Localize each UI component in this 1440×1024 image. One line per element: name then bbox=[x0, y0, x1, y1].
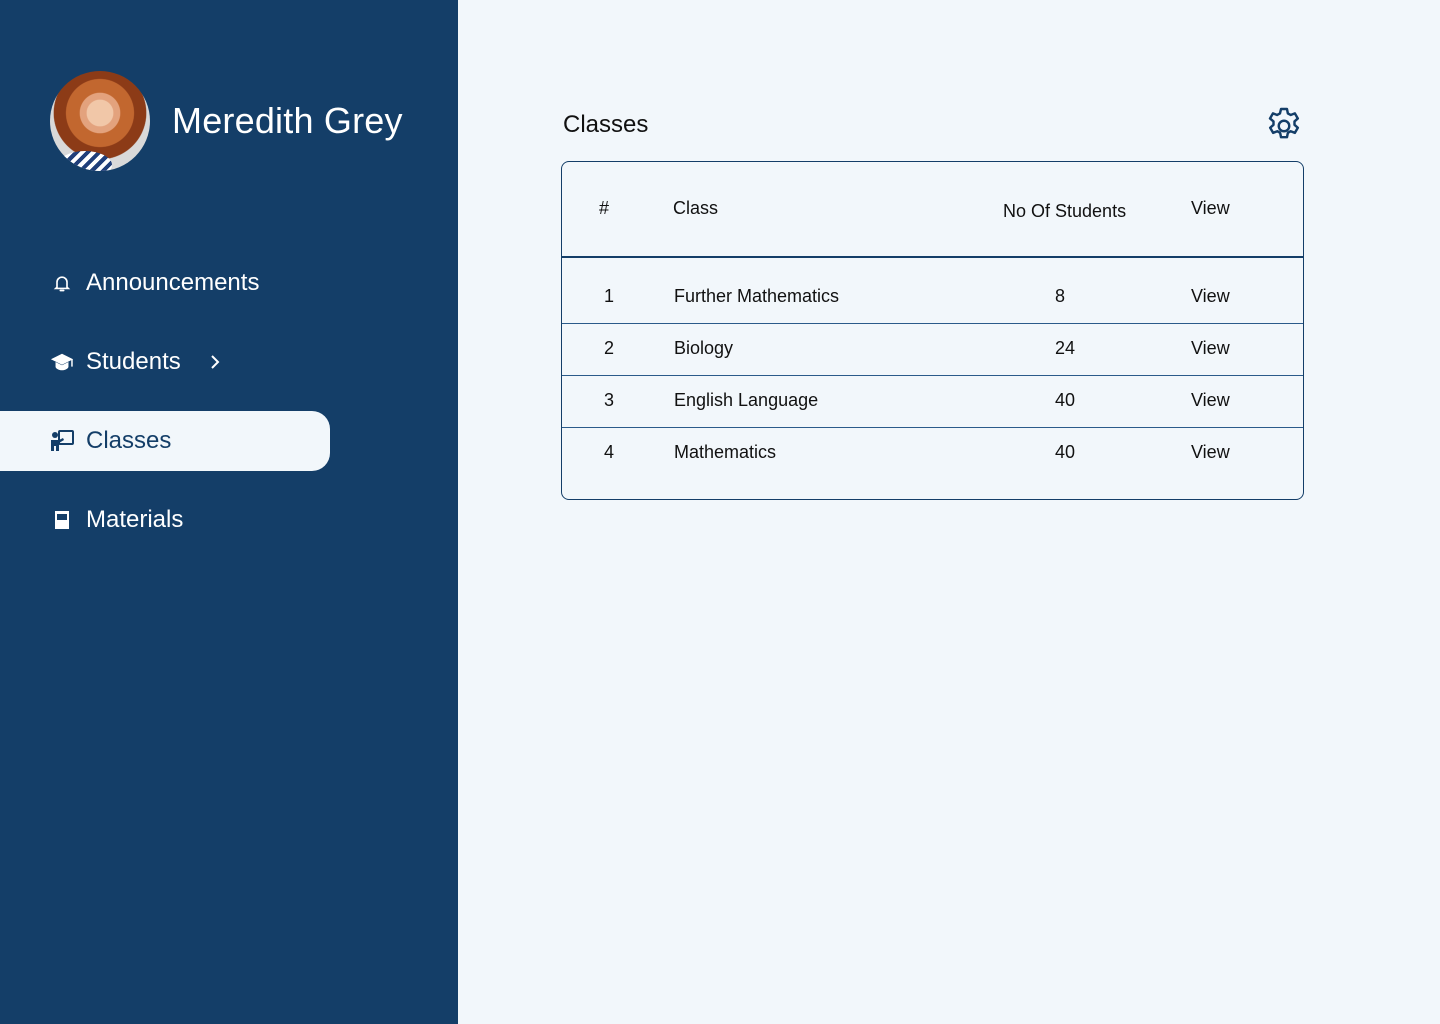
row-students: 8 bbox=[1055, 286, 1066, 306]
teacher-board-icon bbox=[50, 429, 74, 453]
view-link[interactable]: View bbox=[1191, 286, 1230, 307]
table-row: 4 Mathematics 40 View bbox=[562, 428, 1303, 480]
row-students: 24 bbox=[1055, 338, 1076, 358]
bell-icon bbox=[50, 271, 74, 295]
book-icon bbox=[50, 508, 74, 532]
header-students: No Of Students bbox=[1003, 201, 1127, 221]
avatar bbox=[50, 71, 150, 171]
sidebar-item-label: Students bbox=[86, 348, 181, 375]
view-link[interactable]: View bbox=[1191, 442, 1230, 463]
view-link[interactable]: View bbox=[1191, 338, 1230, 359]
sidebar-item-label: Announcements bbox=[86, 269, 260, 296]
table-row: 3 English Language 40 View bbox=[562, 376, 1303, 428]
row-students: 40 bbox=[1055, 390, 1076, 410]
graduation-cap-icon bbox=[50, 350, 74, 374]
main-content: Classes # Class No Of Students View 1 Fu… bbox=[458, 0, 1440, 1024]
table-row: 1 Further Mathematics 8 View bbox=[562, 260, 1303, 324]
table-header: # Class No Of Students View bbox=[562, 162, 1303, 258]
sidebar-item-classes[interactable]: Classes bbox=[0, 411, 330, 471]
row-class: Mathematics bbox=[674, 442, 777, 462]
view-link[interactable]: View bbox=[1191, 390, 1230, 411]
profile-name: Meredith Grey bbox=[172, 100, 403, 141]
gear-icon[interactable] bbox=[1263, 105, 1305, 147]
chevron-right-icon[interactable] bbox=[209, 354, 221, 370]
row-students: 40 bbox=[1055, 442, 1076, 462]
header-number: # bbox=[599, 198, 610, 218]
profile: Meredith Grey bbox=[50, 71, 403, 171]
sidebar-item-materials[interactable]: Materials bbox=[0, 490, 330, 550]
sidebar-item-students[interactable]: Students bbox=[0, 332, 330, 392]
row-class: English Language bbox=[674, 390, 819, 410]
classes-table: # Class No Of Students View 1 Further Ma… bbox=[561, 161, 1304, 500]
sidebar: Meredith Grey Announcements Students Cla… bbox=[0, 0, 458, 1024]
sidebar-item-label: Classes bbox=[86, 427, 172, 454]
page-title: Classes bbox=[563, 111, 649, 138]
sidebar-item-label: Materials bbox=[86, 506, 184, 533]
header-class: Class bbox=[673, 198, 719, 218]
row-class: Biology bbox=[674, 338, 734, 358]
row-number: 4 bbox=[604, 442, 615, 462]
row-number: 2 bbox=[604, 338, 615, 358]
sidebar-item-announcements[interactable]: Announcements bbox=[0, 253, 330, 313]
row-number: 1 bbox=[604, 286, 615, 306]
row-number: 3 bbox=[604, 390, 615, 410]
table-row: 2 Biology 24 View bbox=[562, 324, 1303, 376]
header-view: View bbox=[1191, 198, 1230, 218]
row-class: Further Mathematics bbox=[674, 286, 840, 306]
